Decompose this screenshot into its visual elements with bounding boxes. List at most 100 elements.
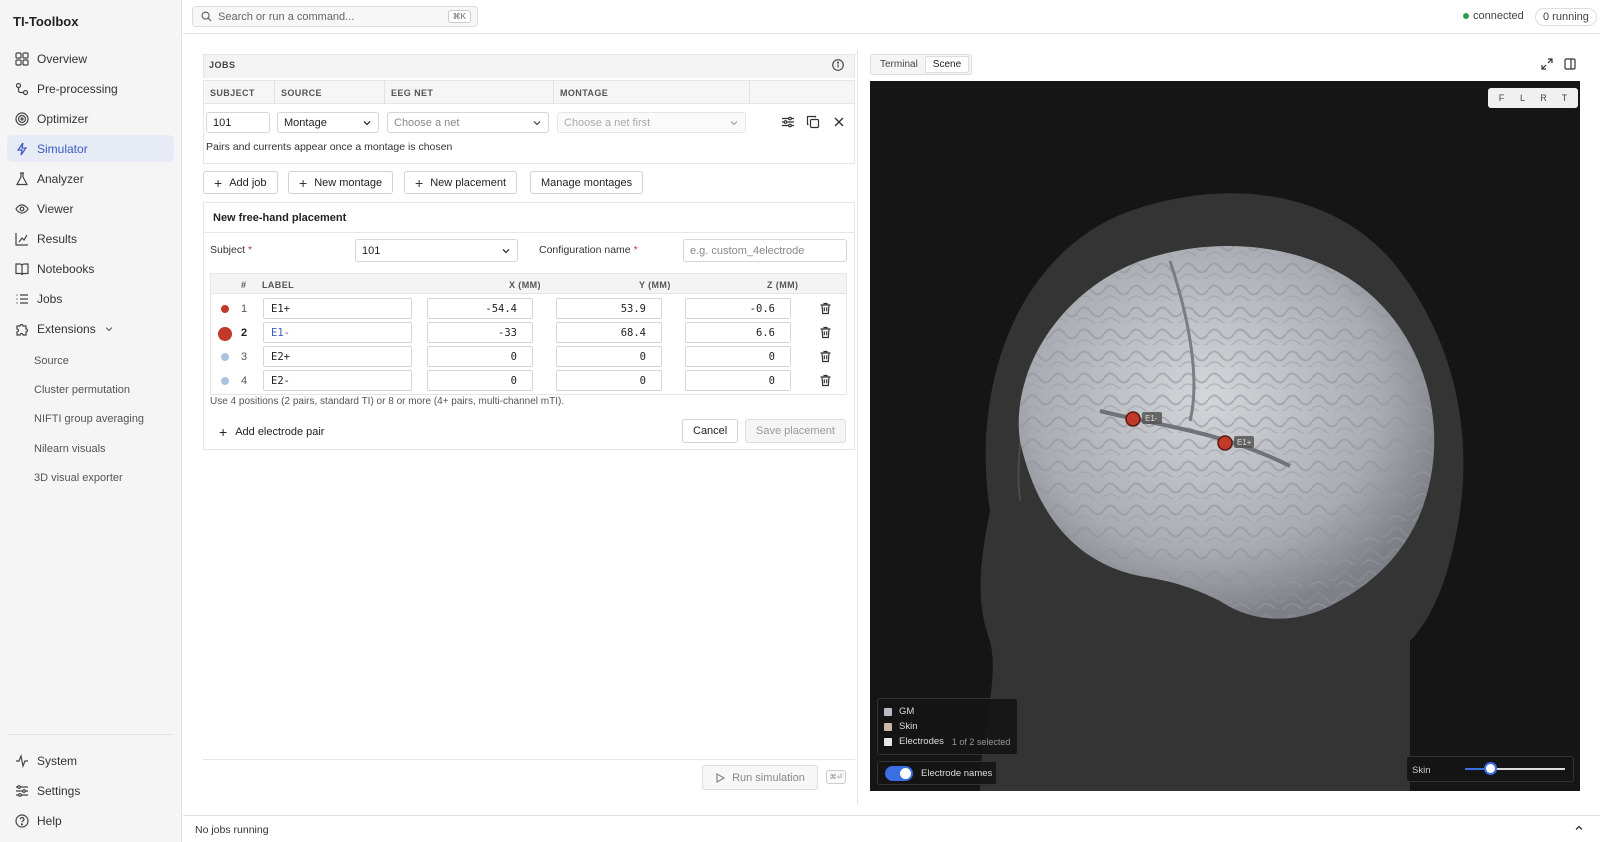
electrode-x-input[interactable]: -33 (427, 322, 533, 343)
layout-panel-icon[interactable] (1564, 58, 1576, 70)
trash-icon[interactable] (819, 350, 832, 363)
sidebar-item-results[interactable]: Results (7, 225, 174, 252)
toggle-switch[interactable] (885, 765, 913, 781)
electrode-z-input[interactable]: 6.6 (685, 322, 791, 343)
run-simulation-button[interactable]: Run simulation (702, 765, 818, 790)
sidebar-ext-3d-visual-exporter[interactable]: 3D visual exporter (34, 472, 123, 484)
sidebar-item-label: Overview (37, 51, 88, 66)
sidebar-ext-nilearn-visuals[interactable]: Nilearn visuals (34, 443, 106, 455)
source-select[interactable]: Montage (277, 112, 379, 133)
sidebar-item-simulator[interactable]: Simulator (7, 135, 174, 162)
add-job-button[interactable]: + Add job (203, 171, 278, 194)
eeg-net-placeholder: Choose a net (394, 116, 460, 129)
sidebar-item-pre-processing[interactable]: Pre-processing (7, 75, 174, 102)
new-montage-button[interactable]: + New montage (288, 171, 394, 194)
view-front-button[interactable]: F (1491, 90, 1512, 106)
electrode-z-input[interactable]: -0.6 (685, 298, 791, 319)
search-input[interactable]: Search or run a command... ⌘K (192, 6, 478, 27)
eeg-net-select[interactable]: Choose a net (387, 112, 549, 133)
col-source: SOURCE (281, 88, 322, 98)
electrode-x-input[interactable]: -54.4 (427, 298, 533, 319)
new-placement-button[interactable]: + New placement (404, 171, 518, 194)
electrode-y-input[interactable]: 68.4 (556, 322, 662, 343)
sidebar-ext-source[interactable]: Source (34, 355, 69, 367)
info-icon[interactable] (832, 59, 844, 71)
toggle-knob (900, 767, 911, 779)
trash-icon[interactable] (819, 326, 832, 339)
manage-montages-button[interactable]: Manage montages (530, 171, 644, 194)
electrode-e1-plus-marker[interactable] (1217, 435, 1233, 451)
trash-icon[interactable] (819, 374, 832, 387)
electrode-e1-minus-marker[interactable] (1125, 411, 1141, 427)
sidebar-item-jobs[interactable]: Jobs (7, 285, 174, 312)
col-z: Z (MM) (767, 280, 799, 290)
sidebar-item-help[interactable]: Help (7, 807, 174, 834)
legend-item-electrodes[interactable]: Electrodes 1 of 2 selected (884, 736, 1010, 747)
close-icon[interactable] (832, 115, 846, 129)
sidebar-item-notebooks[interactable]: Notebooks (7, 255, 174, 282)
sidebar-item-overview[interactable]: Overview (7, 45, 174, 72)
col-x: X (MM) (509, 280, 541, 290)
view-orientation-buttons: F L R T (1488, 88, 1578, 108)
jobs-hint: Pairs and currents appear once a montage… (206, 141, 453, 153)
sidebar-item-optimizer[interactable]: Optimizer (7, 105, 174, 132)
legend-item-skin[interactable]: Skin (884, 721, 917, 732)
sidebar-item-label: Settings (37, 783, 81, 798)
tab-scene[interactable]: Scene (924, 56, 970, 73)
view-top-button[interactable]: T (1554, 90, 1575, 106)
electrode-y-input[interactable]: 0 (556, 370, 662, 391)
legend-item-gm[interactable]: GM (884, 706, 914, 717)
tab-terminal[interactable]: Terminal (873, 56, 925, 73)
skin-opacity-slider-handle[interactable] (1484, 762, 1497, 775)
legend-swatch (884, 722, 892, 731)
3d-scene[interactable]: E1- E1+ (870, 81, 1580, 791)
trash-icon[interactable] (819, 302, 832, 315)
panel-splitter[interactable] (857, 50, 858, 804)
montage-select[interactable]: Choose a net first (557, 112, 746, 133)
expand-icon[interactable] (1541, 58, 1553, 70)
electrode-z-input[interactable]: 0 (685, 346, 791, 367)
subject-input[interactable]: 101 (206, 112, 270, 133)
electrode-names-toggle[interactable]: Electrode names (877, 761, 997, 785)
row-number: 2 (241, 327, 248, 339)
electrode-y-input[interactable]: 53.9 (556, 298, 662, 319)
sidebar-item-label: Notebooks (37, 261, 95, 276)
sidebar-item-analyzer[interactable]: Analyzer (7, 165, 174, 192)
electrode-label-input[interactable]: E1+ (263, 298, 412, 319)
col-separator (553, 81, 554, 104)
settings-sliders-icon[interactable] (781, 115, 795, 129)
chevron-down-icon (533, 121, 541, 126)
config-name-input[interactable]: e.g. custom_4electrode (683, 239, 847, 262)
chart-icon (15, 232, 28, 246)
source-select-value: Montage (284, 116, 327, 129)
eye-icon (15, 203, 29, 214)
sidebar-ext-nifti-group-averaging[interactable]: NIFTI group averaging (34, 413, 144, 425)
running-badge[interactable]: 0 running (1535, 8, 1597, 26)
row-number: 1 (241, 303, 248, 315)
chevron-up-icon[interactable] (1574, 823, 1584, 833)
view-left-button[interactable]: L (1512, 90, 1533, 106)
copy-icon[interactable] (806, 115, 820, 129)
electrode-z-input[interactable]: 0 (685, 370, 791, 391)
cancel-button[interactable]: Cancel (682, 419, 739, 443)
add-electrode-pair-button[interactable]: + Add electrode pair (219, 425, 324, 439)
electrode-x-input[interactable]: 0 (427, 370, 533, 391)
sidebar-item-settings[interactable]: Settings (7, 777, 174, 804)
electrode-y-input[interactable]: 0 (556, 346, 662, 367)
status-dot-icon (1463, 13, 1469, 19)
electrode-label-input[interactable]: E1- (263, 322, 412, 343)
sidebar-item-system[interactable]: System (7, 747, 174, 774)
sidebar-item-extensions[interactable]: Extensions (7, 315, 174, 342)
electrode-names-label: Electrode names (921, 767, 993, 779)
electrode-label-input[interactable]: E2+ (263, 346, 412, 367)
sidebar-ext-cluster-permutation[interactable]: Cluster permutation (34, 384, 130, 396)
sidebar-item-viewer[interactable]: Viewer (7, 195, 174, 222)
placement-subject-select[interactable]: 101 (355, 239, 518, 262)
electrode-x-input[interactable]: 0 (427, 346, 533, 367)
electrode-label-input[interactable]: E2- (263, 370, 412, 391)
save-placement-button[interactable]: Save placement (745, 419, 846, 443)
run-shortcut: ⌘⏎ (826, 770, 846, 784)
app-title: TI-Toolbox (13, 14, 79, 29)
view-right-button[interactable]: R (1533, 90, 1554, 106)
sidebar-item-label: Viewer (37, 201, 74, 216)
